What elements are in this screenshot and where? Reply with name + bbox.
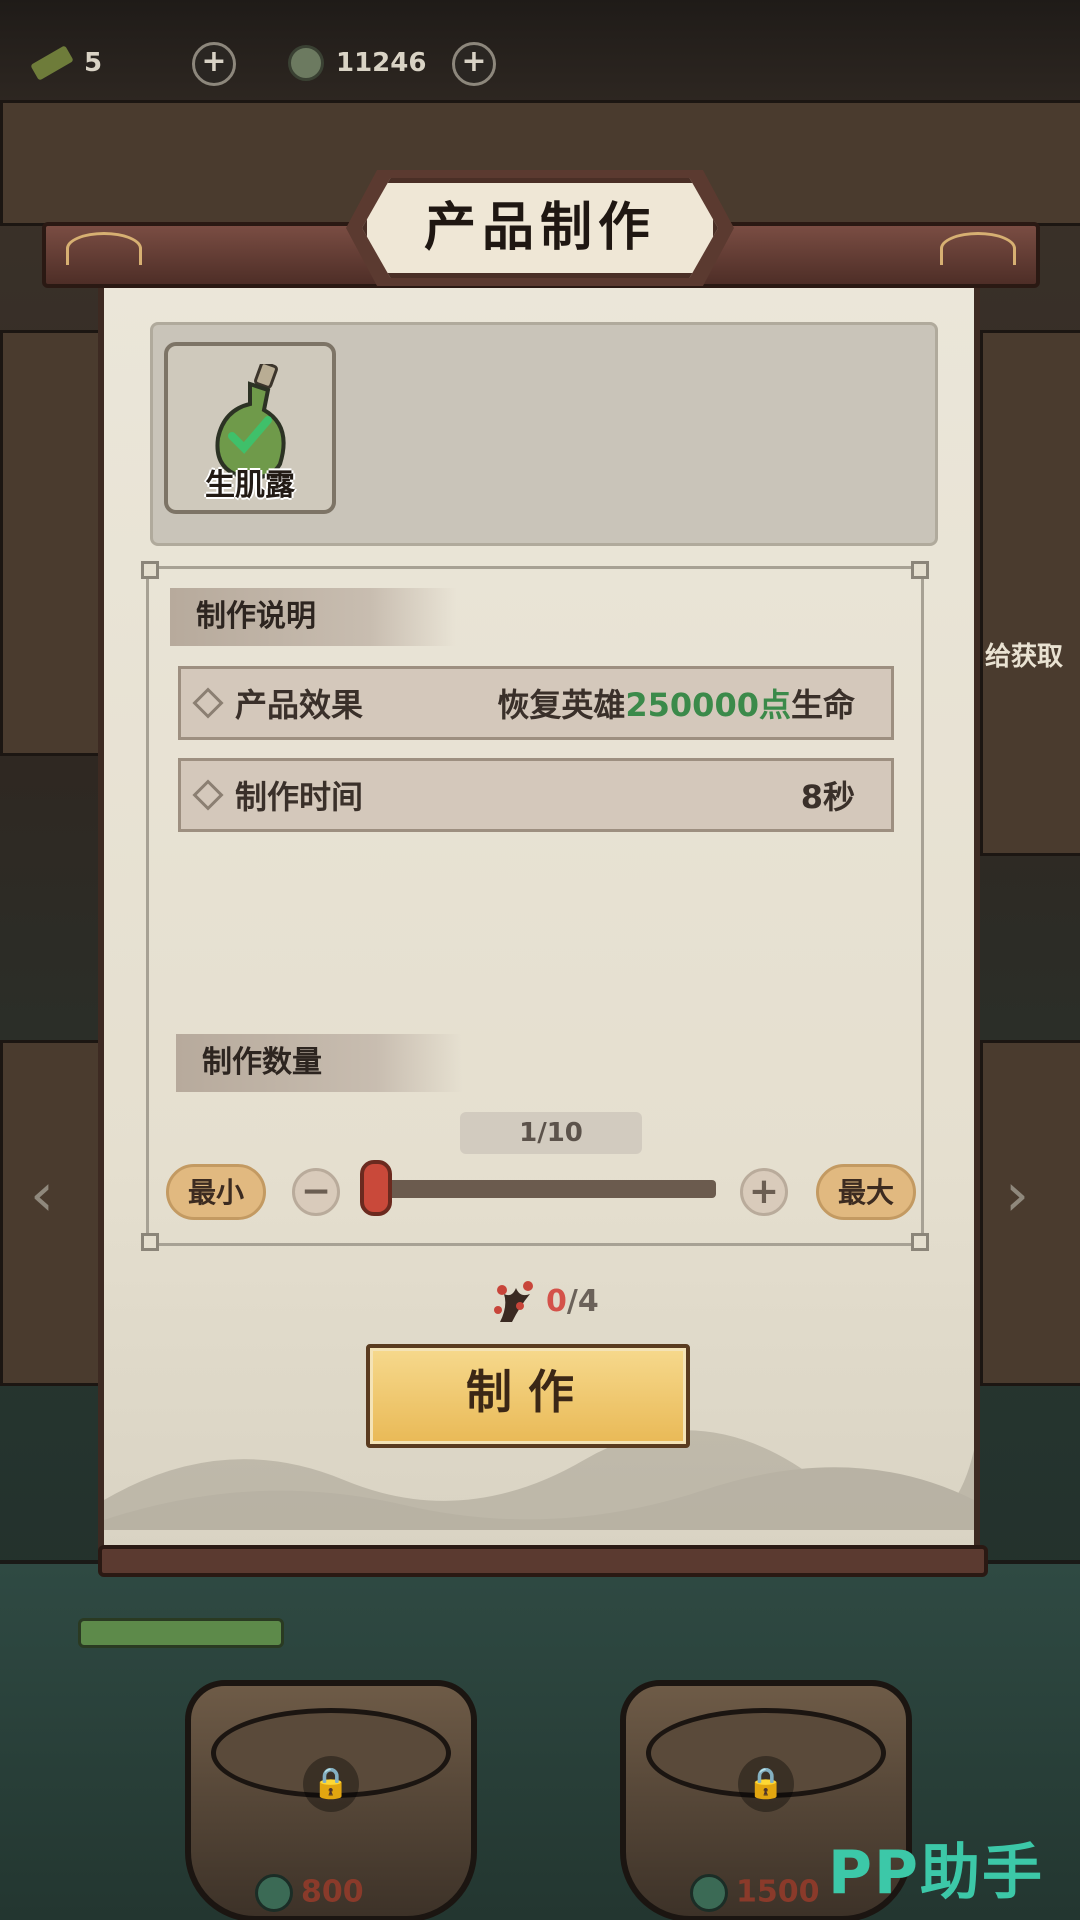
item-slot[interactable]: 生肌露 <box>164 342 336 514</box>
tub-price-1: 800 <box>255 1874 364 1912</box>
diamond-icon <box>192 687 224 719</box>
left-arrow-icon[interactable]: ‹ <box>30 1160 54 1230</box>
effect-label: 产品效果 <box>235 686 364 724</box>
add-coin-button[interactable]: + <box>452 42 496 86</box>
max-quantity-button[interactable]: 最大 <box>816 1164 916 1220</box>
progress-bar <box>78 1618 284 1648</box>
material-have: 0 <box>546 1283 567 1319</box>
material-need: /4 <box>566 1283 599 1319</box>
coin-icon <box>255 1874 293 1912</box>
right-shelf <box>980 330 1080 856</box>
panel-title: 产品制作 <box>423 197 656 258</box>
effect-row: 产品效果 恢复英雄250000点生命 <box>178 666 894 740</box>
jade-count: 5 <box>84 48 103 78</box>
quantity-count: 1/10 <box>460 1112 642 1154</box>
corner-ornament <box>911 561 929 579</box>
jade-counter: 5 <box>30 40 103 86</box>
effect-value: 恢复英雄250000点生命 <box>497 686 855 724</box>
side-get-text: 给获取 <box>985 642 1064 672</box>
tub-price-2: 1500 <box>690 1874 820 1912</box>
watermark-logo: PP助手 <box>828 1838 1044 1908</box>
material-requirement: 0 /4 <box>490 1276 599 1326</box>
coin-icon <box>690 1874 728 1912</box>
time-value: 8秒 <box>800 778 855 816</box>
time-label: 制作时间 <box>235 778 364 816</box>
lock-icon: 🔒 <box>303 1756 359 1812</box>
make-button[interactable]: 制作 <box>366 1344 690 1448</box>
currency-bar: 5 + 11246 + <box>0 30 1080 90</box>
decrease-quantity-button[interactable]: − <box>292 1168 340 1216</box>
quantity-slider-track[interactable] <box>360 1180 716 1198</box>
left-shelf <box>0 330 106 756</box>
corner-ornament <box>141 561 159 579</box>
description-section-title: 制作说明 <box>170 588 456 646</box>
min-quantity-button[interactable]: 最小 <box>166 1164 266 1220</box>
branch-material-icon <box>494 1281 533 1322</box>
diamond-icon <box>192 779 224 811</box>
coin-counter: 11246 <box>288 40 426 86</box>
right-cabinet <box>980 1040 1080 1386</box>
quantity-section-title: 制作数量 <box>176 1034 462 1092</box>
item-name: 生肌露 <box>205 468 295 503</box>
quantity-slider-handle[interactable] <box>360 1160 392 1216</box>
right-arrow-icon[interactable]: › <box>1005 1160 1029 1230</box>
coin-icon <box>288 45 324 81</box>
time-row: 制作时间 8秒 <box>178 758 894 832</box>
scroll-bottom-rod <box>98 1545 988 1577</box>
increase-quantity-button[interactable]: + <box>740 1168 788 1216</box>
lock-icon: 🔒 <box>738 1756 794 1812</box>
add-jade-button[interactable]: + <box>192 42 236 86</box>
coin-count: 11246 <box>336 48 427 78</box>
jade-icon <box>30 45 74 81</box>
corner-ornament <box>141 1233 159 1251</box>
corner-ornament <box>911 1233 929 1251</box>
